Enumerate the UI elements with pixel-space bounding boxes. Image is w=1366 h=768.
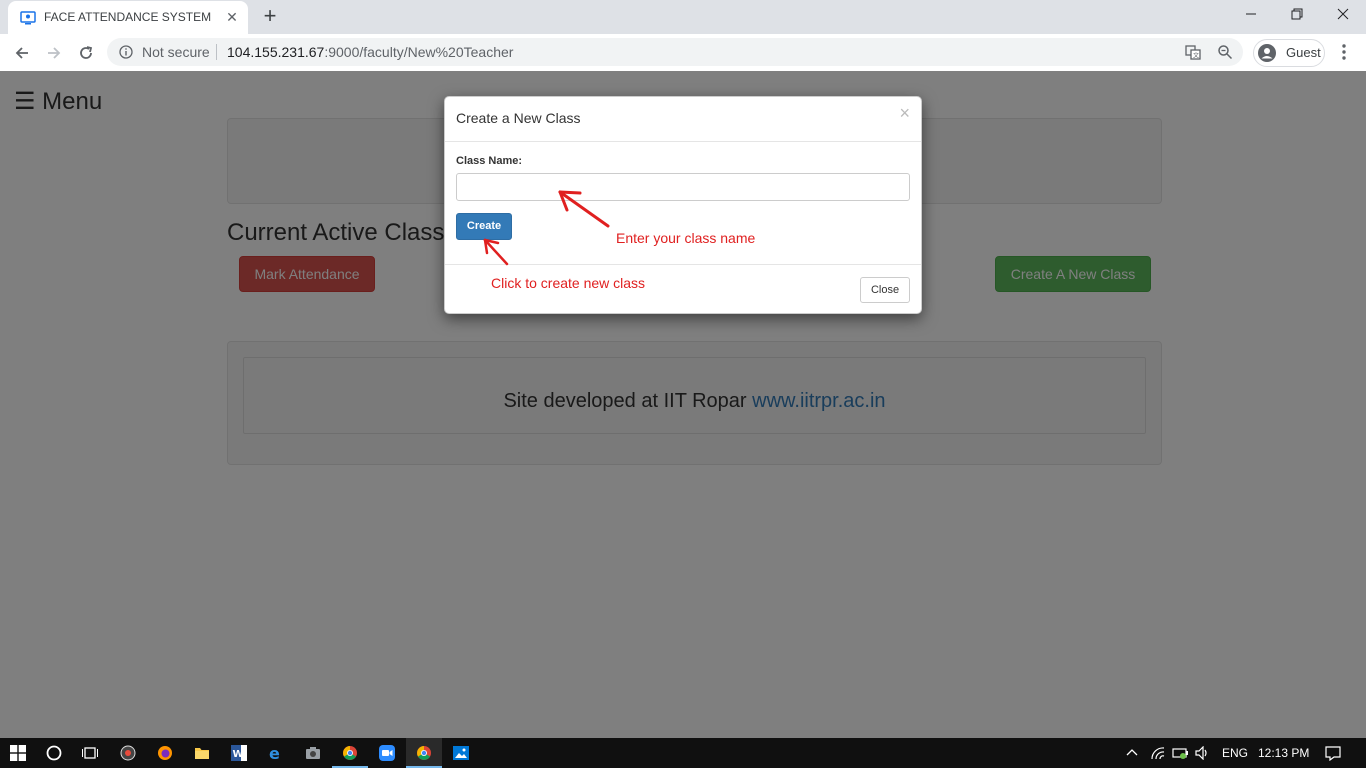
minimize-button[interactable] (1228, 0, 1274, 30)
svg-text:W: W (233, 749, 244, 760)
modal-close-icon[interactable]: × (899, 103, 910, 124)
windows-taskbar: W e ENG 12:13 PM (0, 738, 1366, 768)
close-window-button[interactable] (1320, 0, 1366, 30)
taskbar-app-photos[interactable] (443, 738, 479, 768)
photos-icon (453, 746, 469, 760)
browser-toolbar: Not secure 104.155.231.67:9000/faculty/N… (0, 34, 1366, 72)
wifi-icon[interactable] (1150, 746, 1166, 760)
notification-center-icon[interactable] (1325, 745, 1341, 761)
restore-button[interactable] (1274, 0, 1320, 30)
forward-button[interactable] (40, 39, 68, 67)
omnibox-divider (216, 44, 217, 60)
restore-icon (1291, 8, 1303, 20)
modal-header: Create a New Class × (445, 97, 921, 142)
input-hint-annotation: Enter your class name (616, 230, 756, 246)
modal-close-button[interactable]: Close (860, 277, 910, 303)
taskbar-app-word[interactable]: W (221, 738, 257, 768)
translate-icon[interactable]: 文 (1185, 44, 1201, 60)
reload-button[interactable] (72, 39, 100, 67)
chrome-icon (343, 746, 357, 760)
taskbar-app-firefox[interactable] (147, 738, 183, 768)
task-view-icon (82, 747, 98, 759)
volume-icon[interactable] (1195, 746, 1211, 760)
tab-close-icon[interactable]: ✕ (224, 9, 240, 25)
chrome-active-icon (417, 746, 431, 760)
url-path: :9000/faculty/New%20Teacher (324, 44, 514, 60)
start-button[interactable] (0, 738, 36, 768)
tab-strip: FACE ATTENDANCE SYSTEM ✕ + (0, 0, 1366, 34)
minimize-icon (1246, 13, 1256, 15)
taskbar-app-media-player[interactable] (110, 738, 146, 768)
tab-title: FACE ATTENDANCE SYSTEM (44, 10, 212, 24)
word-icon: W (231, 745, 247, 761)
taskbar-app-chrome-active[interactable] (406, 738, 442, 768)
edge-icon: e (269, 745, 280, 761)
profile-button[interactable]: Guest (1253, 39, 1325, 67)
guest-avatar-icon (1258, 44, 1276, 62)
tray-chevron-up-icon[interactable] (1126, 747, 1138, 759)
security-status[interactable]: Not secure (142, 44, 210, 60)
camera-icon (306, 747, 320, 759)
create-button[interactable]: Create (456, 213, 512, 240)
class-name-label: Class Name: (456, 155, 523, 167)
taskbar-app-camera[interactable] (295, 738, 331, 768)
folder-icon (195, 748, 209, 759)
site-favicon-icon (20, 11, 36, 25)
button-hint-annotation: Click to create new class (491, 275, 646, 291)
modal-title: Create a New Class (456, 110, 581, 126)
profile-label: Guest (1286, 45, 1321, 60)
close-window-icon (1337, 8, 1349, 20)
browser-menu-icon[interactable] (1334, 40, 1354, 64)
taskbar-app-chrome[interactable] (332, 738, 368, 768)
task-view-button[interactable] (72, 738, 108, 768)
cortana-circle-icon (46, 745, 62, 761)
taskbar-app-edge[interactable]: e (258, 738, 294, 768)
battery-icon[interactable] (1172, 746, 1190, 760)
media-player-icon (120, 745, 136, 761)
reload-icon (80, 46, 93, 59)
zoom-icon[interactable] (1217, 44, 1233, 60)
zoom-app-icon (379, 745, 395, 761)
firefox-icon (158, 746, 172, 760)
class-name-input[interactable] (456, 173, 910, 201)
taskbar-app-zoom[interactable] (369, 738, 405, 768)
browser-tab[interactable]: FACE ATTENDANCE SYSTEM ✕ (8, 1, 248, 34)
new-tab-button[interactable]: + (259, 5, 281, 28)
search-button[interactable] (36, 738, 72, 768)
url-host: 104.155.231.67 (227, 44, 325, 60)
address-bar[interactable]: Not secure 104.155.231.67:9000/faculty/N… (107, 38, 1243, 66)
url-text[interactable]: 104.155.231.67:9000/faculty/New%20Teache… (227, 44, 513, 60)
svg-text:e: e (269, 745, 280, 761)
forward-arrow-icon (48, 47, 61, 59)
taskbar-app-file-explorer[interactable] (184, 738, 220, 768)
back-arrow-icon (15, 47, 28, 59)
back-button[interactable] (8, 39, 36, 67)
info-icon[interactable] (119, 45, 133, 59)
clock[interactable]: 12:13 PM (1258, 746, 1309, 760)
language-indicator[interactable]: ENG (1222, 746, 1248, 760)
svg-text:文: 文 (1193, 52, 1199, 60)
windows-logo-icon (10, 745, 26, 761)
